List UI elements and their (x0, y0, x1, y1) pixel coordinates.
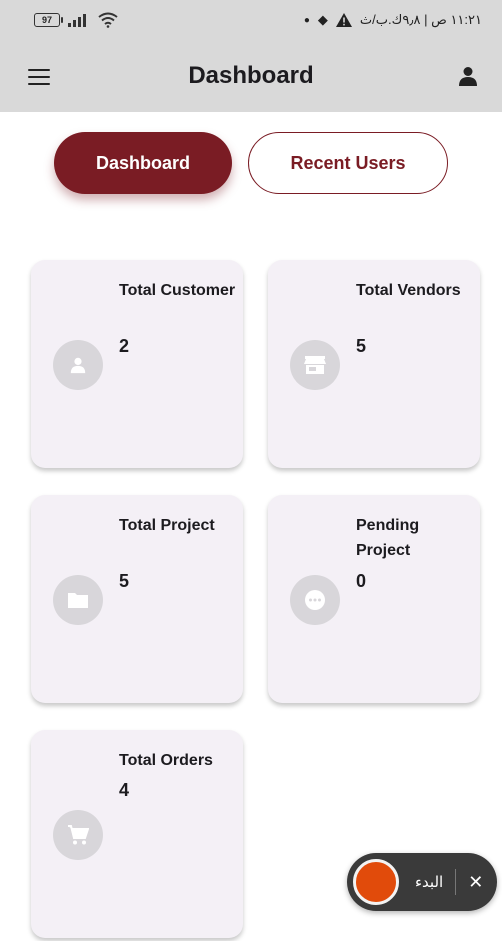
tab-bar: Dashboard Recent Users (0, 132, 502, 194)
pending-icon (290, 575, 340, 625)
tab-recent-users[interactable]: Recent Users (248, 132, 448, 194)
record-button[interactable] (353, 859, 399, 905)
card-total-project[interactable]: Total Project 5 (31, 495, 243, 703)
menu-icon[interactable] (28, 69, 50, 85)
close-icon[interactable]: ✕ (468, 872, 483, 893)
card-value: 4 (119, 780, 130, 800)
card-value: 2 (119, 336, 130, 356)
page-title: Dashboard (188, 62, 314, 89)
status-right: ● ◆ ١١:٢١ ص | ٩٫٨ك.ب/ث (304, 12, 482, 28)
signal-icon (68, 14, 86, 27)
screen-recorder-widget: البدء ✕ (347, 853, 497, 911)
folder-icon (53, 575, 103, 625)
status-left: 97 (34, 12, 118, 28)
card-total-orders[interactable]: Total Orders 4 (31, 730, 243, 938)
app-bar: Dashboard (0, 40, 502, 112)
status-bar: 97 ● ◆ ١١:٢١ ص | ٩٫٨ك.ب/ث (0, 0, 502, 40)
card-title: Total Vendors (356, 282, 461, 299)
card-title: Total Customer (119, 282, 236, 299)
card-title: Total Project (119, 517, 215, 534)
store-icon (290, 340, 340, 390)
dropbox-icon: ◆ (317, 12, 328, 27)
tab-dashboard[interactable]: Dashboard (54, 132, 232, 194)
warning-icon (335, 13, 352, 27)
card-total-vendors[interactable]: Total Vendors 5 (268, 260, 480, 468)
person-icon (53, 340, 103, 390)
card-pending-project[interactable]: Pending Project 0 (268, 495, 480, 703)
battery-icon: 97 (34, 13, 63, 27)
status-time: ١١:٢١ ص | ٩٫٨ك.ب/ث (359, 12, 482, 27)
profile-icon[interactable] (458, 66, 478, 86)
card-value: 5 (356, 336, 367, 356)
card-total-customer[interactable]: Total Customer 2 (31, 260, 243, 468)
card-value: 5 (119, 571, 130, 591)
card-title: Pending Project (356, 517, 420, 559)
divider (455, 869, 457, 895)
record-start-label[interactable]: البدء (415, 873, 443, 891)
wifi-icon (98, 12, 118, 28)
notification-dot: ● (303, 14, 310, 26)
cart-icon (53, 810, 103, 860)
card-title: Total Orders (119, 752, 213, 769)
card-value: 0 (356, 571, 367, 591)
